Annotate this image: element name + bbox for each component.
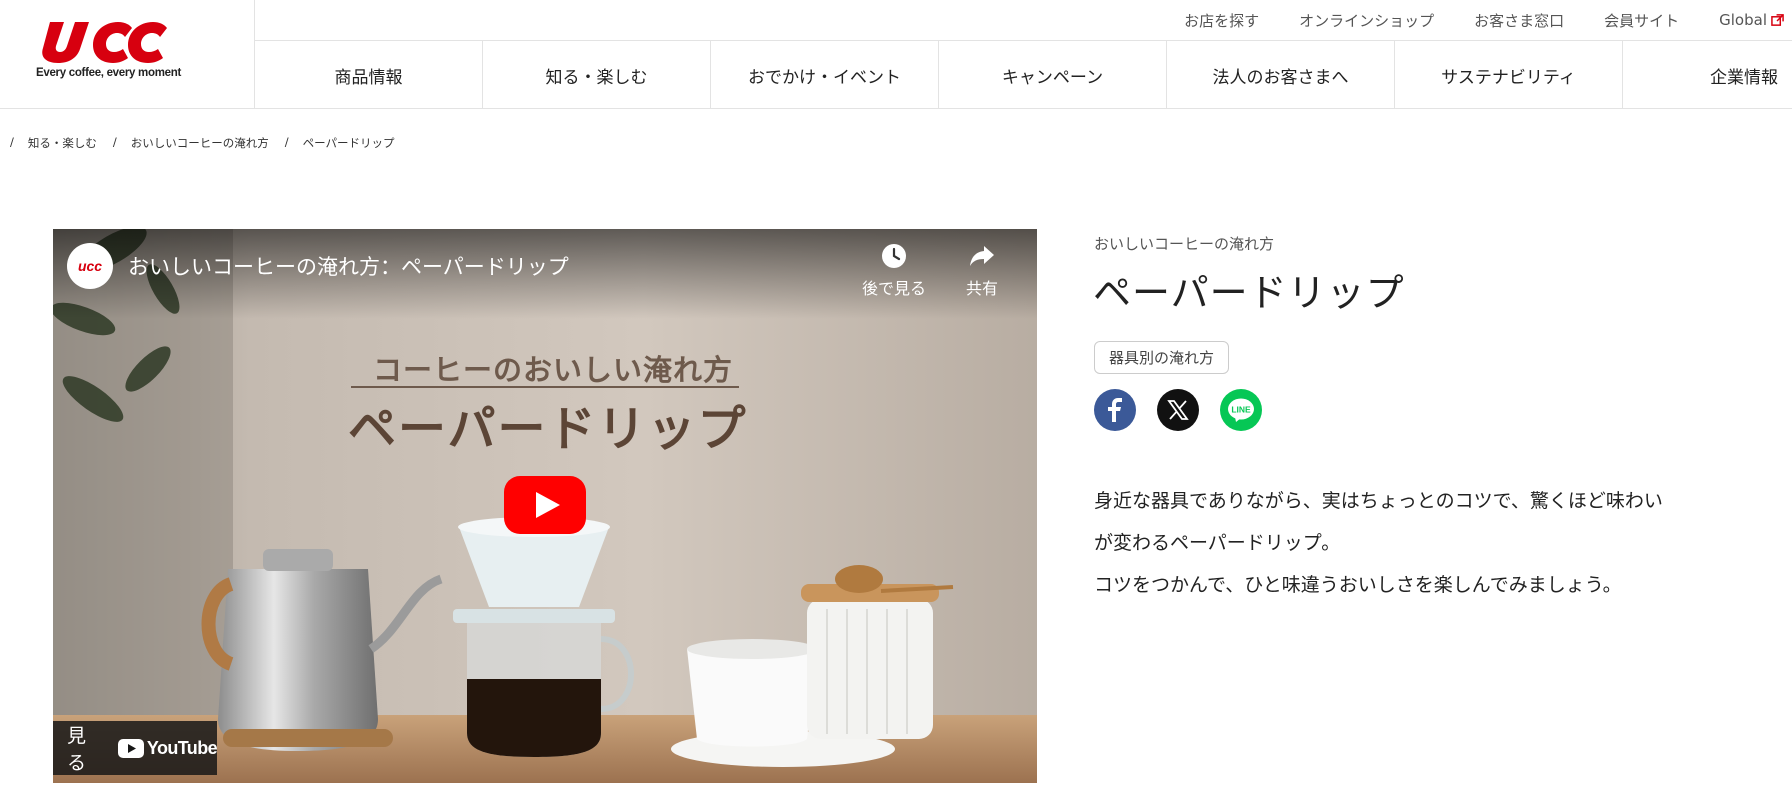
thumbnail-subtitle: コーヒーのおいしい淹れ方 bbox=[373, 353, 734, 387]
tag-brewing-by-tool[interactable]: 器具別の淹れ方 bbox=[1094, 341, 1230, 374]
channel-logo-icon: ucc bbox=[78, 258, 102, 274]
description-line: コツをつかんで、ひと味違うおいしさを楽しんでみましょう。 bbox=[1094, 574, 1622, 596]
svg-text:LINE: LINE bbox=[1231, 405, 1251, 415]
util-customer-support[interactable]: お客さま窓口 bbox=[1474, 10, 1564, 31]
external-link-icon bbox=[1771, 13, 1784, 26]
watch-on-label: 見る bbox=[67, 725, 87, 774]
watch-later-label: 後で見る bbox=[861, 279, 926, 298]
watch-on-youtube-button[interactable]: 見る YouTube bbox=[53, 721, 218, 775]
thumbnail-title: ペーパードリップ bbox=[348, 401, 748, 457]
util-member-site[interactable]: 会員サイト bbox=[1604, 10, 1679, 31]
util-find-store[interactable]: お店を探す bbox=[1184, 10, 1259, 31]
video-title[interactable]: おいしいコーヒーの淹れ方：ペーパードリップ bbox=[128, 251, 569, 281]
nav-outings-events[interactable]: おでかけ・イベント bbox=[711, 41, 939, 109]
breadcrumb: / 知る・楽しむ / おいしいコーヒーの淹れ方 / ペーパードリップ bbox=[10, 135, 411, 151]
nav-products[interactable]: 商品情報 bbox=[255, 41, 483, 109]
nav-campaign[interactable]: キャンペーン bbox=[939, 41, 1167, 109]
share-line-button[interactable]: LINE bbox=[1220, 389, 1262, 431]
util-online-shop[interactable]: オンラインショップ bbox=[1299, 10, 1434, 31]
main-nav: 商品情報 知る・楽しむ おでかけ・イベント キャンペーン 法人のお客さまへ サス… bbox=[255, 40, 1792, 109]
play-icon[interactable] bbox=[504, 476, 586, 534]
description-line: 身近な器具でありながら、実はちょっとのコツで、驚くほど味わい bbox=[1094, 490, 1663, 512]
share-x-button[interactable] bbox=[1157, 389, 1199, 431]
breadcrumb-item-learn[interactable]: 知る・楽しむ bbox=[28, 135, 97, 151]
brand-tagline: Every coffee, every moment bbox=[36, 67, 181, 79]
channel-avatar[interactable]: ucc bbox=[67, 243, 113, 289]
description-line: が変わるペーパードリップ。 bbox=[1094, 532, 1341, 554]
nav-business[interactable]: 法人のお客さまへ bbox=[1167, 41, 1395, 109]
breadcrumb-separator: / bbox=[112, 135, 117, 149]
watch-later-button[interactable]: 後で見る bbox=[859, 243, 929, 299]
site-header: Every coffee, every moment お店を探す オンラインショ… bbox=[0, 0, 1792, 109]
logo-link[interactable]: Every coffee, every moment bbox=[0, 0, 255, 109]
youtube-icon bbox=[117, 738, 144, 758]
youtube-video-embed[interactable]: ucc おいしいコーヒーの淹れ方：ペーパードリップ 後で見る 共有 コーヒーのお… bbox=[53, 229, 1037, 783]
youtube-wordmark: YouTube bbox=[146, 737, 218, 758]
share-video-label: 共有 bbox=[965, 279, 998, 298]
ucc-logo bbox=[42, 22, 167, 63]
thumbnail-divider bbox=[351, 386, 739, 388]
util-global-label: Global bbox=[1719, 11, 1767, 29]
breadcrumb-item-brewing[interactable]: おいしいコーヒーの淹れ方 bbox=[131, 135, 269, 151]
share-video-button[interactable]: 共有 bbox=[947, 243, 1017, 299]
youtube-logo: YouTube bbox=[117, 737, 218, 759]
share-arrow-icon bbox=[970, 246, 994, 266]
breadcrumb-item-current: ペーパードリップ bbox=[302, 136, 395, 150]
facebook-icon bbox=[1108, 398, 1122, 422]
article-description: 身近な器具でありながら、実はちょっとのコツで、驚くほど味わい が変わるペーパード… bbox=[1094, 480, 1754, 606]
article-category[interactable]: おいしいコーヒーの淹れ方 bbox=[1094, 233, 1274, 254]
nav-sustainability[interactable]: サステナビリティ bbox=[1395, 41, 1623, 109]
nav-learn-enjoy[interactable]: 知る・楽しむ bbox=[483, 41, 711, 109]
clock-icon bbox=[882, 244, 906, 268]
line-icon: LINE bbox=[1228, 398, 1254, 422]
breadcrumb-separator: / bbox=[284, 135, 289, 149]
page-title: ペーパードリップ bbox=[1093, 271, 1405, 315]
share-facebook-button[interactable] bbox=[1094, 389, 1136, 431]
util-global[interactable]: Global bbox=[1719, 11, 1784, 29]
breadcrumb-separator: / bbox=[10, 135, 14, 149]
utility-nav: お店を探す オンラインショップ お客さま窓口 会員サイト Global bbox=[1144, 0, 1792, 40]
nav-corporate[interactable]: 企業情報 bbox=[1623, 41, 1792, 109]
svg-text:ucc: ucc bbox=[78, 258, 102, 274]
x-icon bbox=[1167, 400, 1189, 420]
